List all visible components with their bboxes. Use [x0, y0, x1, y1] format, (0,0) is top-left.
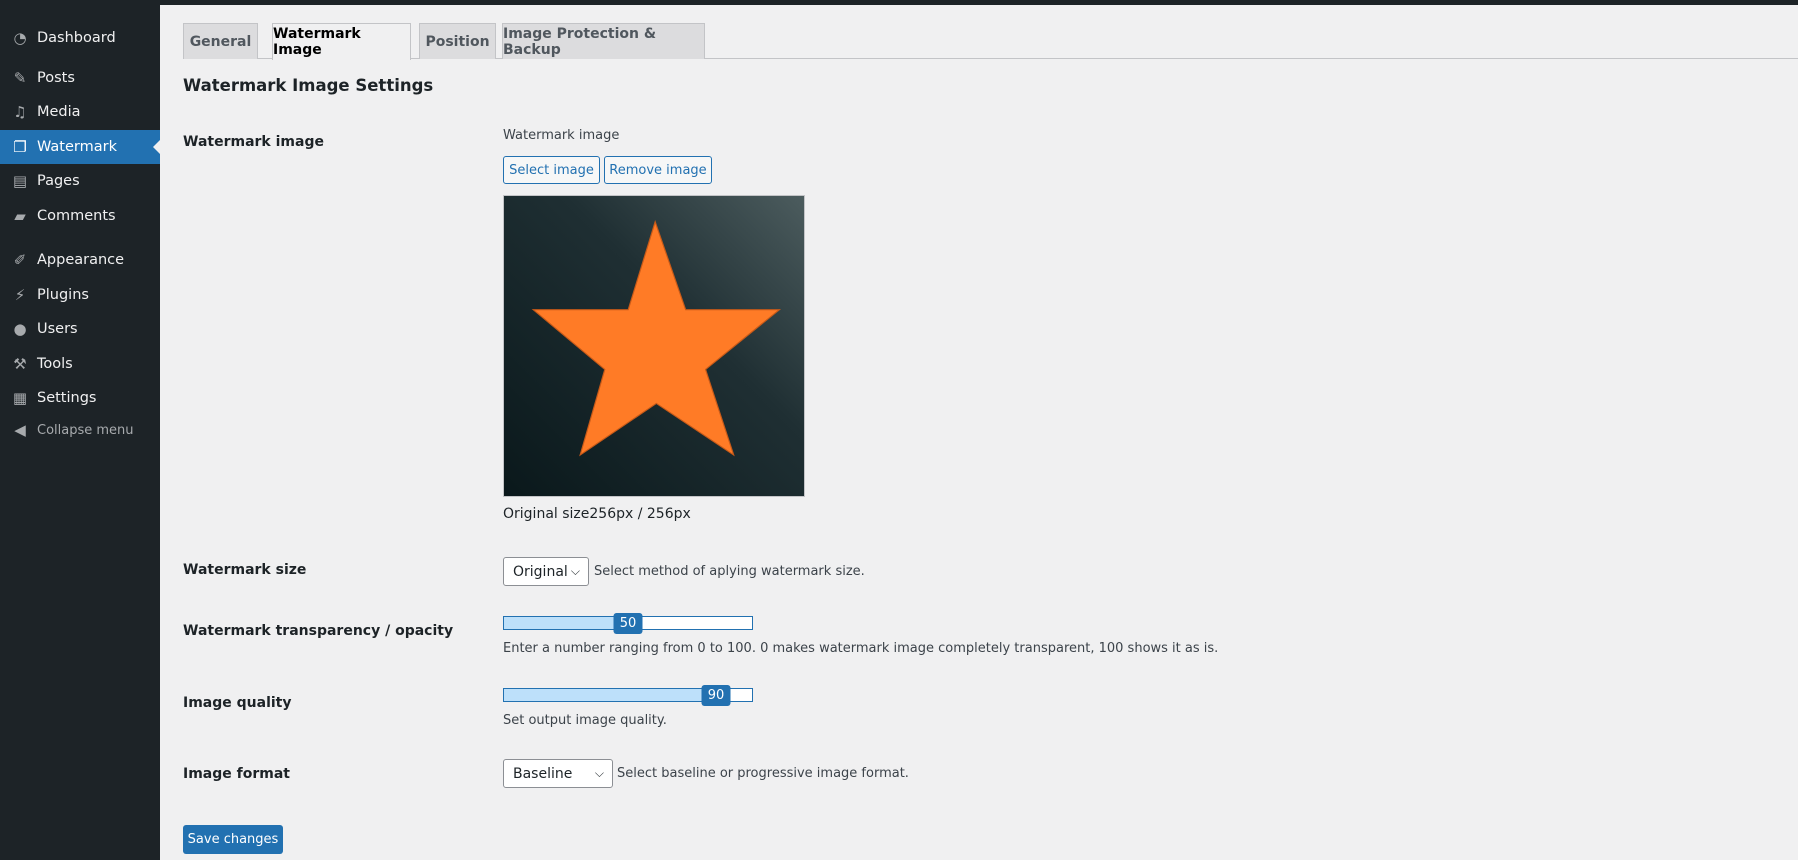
- chevron-down-icon: ⌵: [570, 564, 580, 578]
- dashboard-icon: ◔: [13, 29, 27, 47]
- sidebar-item-appearance[interactable]: ✐ Appearance: [0, 243, 160, 277]
- sidebar-item-plugins[interactable]: ⚡ Plugins: [0, 278, 160, 312]
- chevron-down-icon: ⌵: [594, 766, 604, 780]
- image-format-value: Baseline: [513, 765, 573, 782]
- quality-handle[interactable]: 90: [701, 685, 731, 706]
- sidebar-item-label: Users: [37, 321, 78, 337]
- sidebar-item-label: Watermark: [37, 139, 117, 155]
- sidebar-item-label: Settings: [37, 390, 97, 406]
- tab-position[interactable]: Position: [419, 23, 496, 59]
- save-changes-button[interactable]: Save changes: [183, 825, 283, 854]
- settings-icon: ▦: [12, 389, 28, 407]
- watermark-preview-image: [503, 195, 805, 497]
- tab-general[interactable]: General: [183, 23, 258, 59]
- image-format-select[interactable]: Baseline ⌵: [503, 759, 613, 788]
- transparency-label: Watermark transparency / opacity: [183, 623, 454, 639]
- admin-bar: [0, 0, 1798, 5]
- brush-icon: ✐: [13, 251, 27, 269]
- sidebar-item-users[interactable]: ● Users: [0, 312, 160, 346]
- comment-icon: ▰: [14, 207, 26, 225]
- quality-label: Image quality: [183, 695, 292, 711]
- tab-watermark-image[interactable]: Watermark Image: [272, 23, 411, 60]
- wrench-icon: ⚒: [13, 355, 27, 373]
- sidebar-item-settings[interactable]: ▦ Settings: [0, 381, 160, 415]
- transparency-handle[interactable]: 50: [613, 613, 643, 634]
- sidebar-item-label: Appearance: [37, 252, 125, 268]
- remove-image-button[interactable]: Remove image: [604, 156, 712, 184]
- pin-icon: ✎: [13, 69, 27, 87]
- sidebar-item-pages[interactable]: ▤ Pages: [0, 164, 160, 198]
- transparency-help: Enter a number ranging from 0 to 100. 0 …: [503, 641, 1219, 656]
- watermark-size-select[interactable]: Original ⌵: [503, 557, 589, 586]
- sidebar-item-media[interactable]: ♫ Media: [0, 95, 160, 129]
- image-format-help: Select baseline or progressive image for…: [617, 766, 909, 781]
- sidebar-item-posts[interactable]: ✎ Posts: [0, 61, 160, 95]
- watermark-icon: ❐: [13, 138, 27, 156]
- image-format-label: Image format: [183, 766, 290, 782]
- original-size-text: Original size256px / 256px: [503, 506, 691, 522]
- sidebar-item-label: Media: [37, 104, 81, 120]
- star-image: [504, 196, 804, 496]
- quality-slider[interactable]: 90: [503, 685, 753, 706]
- watermark-size-value: Original: [513, 563, 568, 580]
- sidebar-item-comments[interactable]: ▰ Comments: [0, 199, 160, 233]
- sidebar-item-label: Tools: [37, 356, 73, 372]
- sidebar-item-label: Pages: [37, 173, 80, 189]
- sidebar-item-label: Comments: [37, 208, 116, 224]
- sidebar-item-label: Posts: [37, 70, 75, 86]
- settings-tabs: General Watermark Image Position Image Prot…: [183, 23, 1798, 60]
- quality-help: Set output image quality.: [503, 713, 667, 728]
- sidebar-item-dashboard[interactable]: ◔ Dashboard: [0, 21, 160, 55]
- admin-sidebar: ◔ Dashboard ✎ Posts ♫ Media ❐ Watermark ▤ Pages ▰ C…: [0, 5, 160, 860]
- pages-icon: ▤: [12, 172, 28, 190]
- watermark-size-help: Select method of aplying watermark size.: [594, 564, 865, 579]
- sidebar-item-label: Collapse menu: [37, 422, 134, 438]
- user-icon: ●: [13, 320, 27, 338]
- transparency-slider[interactable]: 50: [503, 613, 753, 634]
- page-title: Watermark Image Settings: [183, 76, 434, 95]
- media-icon: ♫: [13, 103, 27, 121]
- sidebar-item-label: Plugins: [37, 287, 89, 303]
- tab-image-protection-backup[interactable]: Image Protection & Backup: [502, 23, 705, 59]
- watermark-size-label: Watermark size: [183, 562, 307, 578]
- watermark-image-label: Watermark image: [183, 134, 324, 150]
- sidebar-item-label: Dashboard: [37, 30, 116, 46]
- collapse-icon: ◀: [14, 421, 26, 439]
- sidebar-item-watermark[interactable]: ❐ Watermark: [0, 130, 160, 164]
- watermark-image-sublabel: Watermark image: [503, 128, 620, 143]
- plug-icon: ⚡: [14, 286, 26, 304]
- select-image-button[interactable]: Select image: [503, 156, 600, 184]
- sidebar-item-tools[interactable]: ⚒ Tools: [0, 347, 160, 381]
- sidebar-item-collapse-menu[interactable]: ◀ Collapse menu: [0, 413, 160, 447]
